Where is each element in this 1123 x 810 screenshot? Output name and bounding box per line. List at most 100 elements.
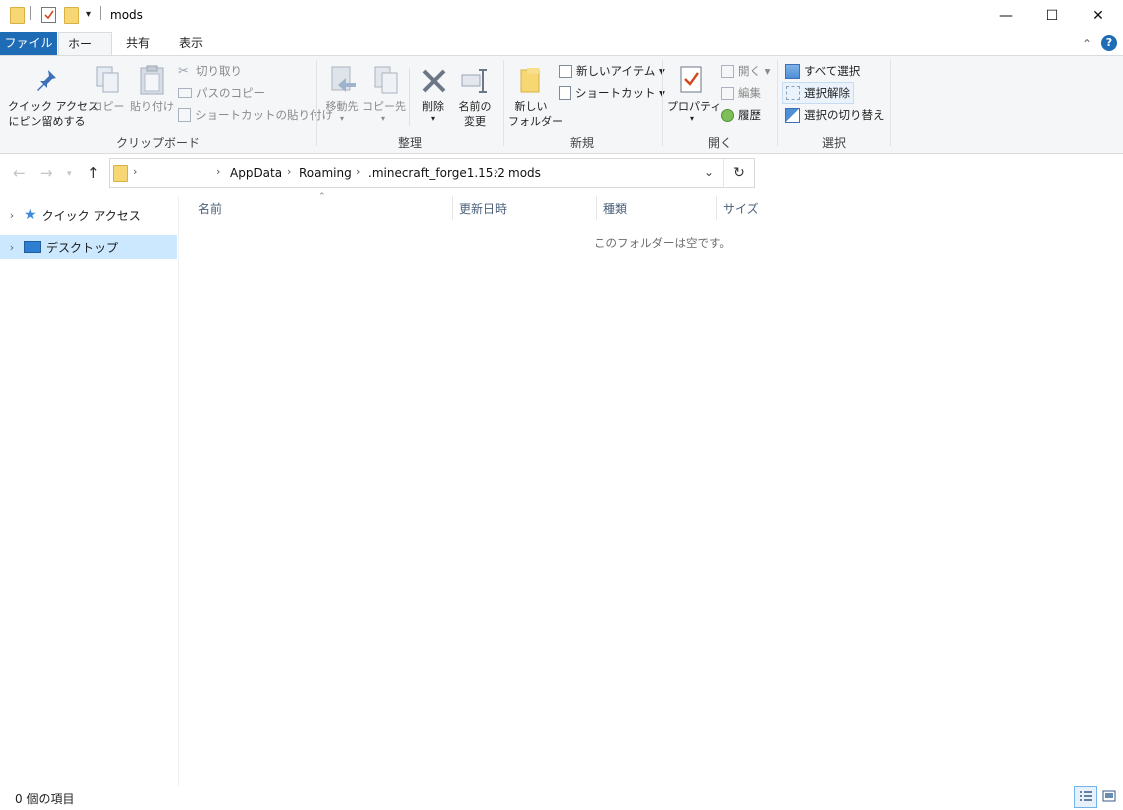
column-separator[interactable] — [596, 196, 597, 220]
history-button[interactable]: 履歴 — [721, 105, 761, 125]
nav-item-desktop[interactable]: › デスクトップ — [0, 235, 177, 259]
select-all-label: すべて選択 — [804, 64, 861, 78]
copy-to-button[interactable]: コピー先 ▾ — [362, 99, 406, 124]
up-icon[interactable]: ↑ — [87, 164, 100, 182]
easy-access-label: ショートカット ▾ — [575, 86, 665, 100]
new-item-button[interactable]: 新しいアイテム ▾ — [559, 61, 665, 81]
nav-item-quick-access[interactable]: › ★ クイック アクセス — [0, 203, 177, 227]
move-to-button[interactable]: 移動先 ▾ — [321, 99, 363, 124]
new-item-icon — [559, 64, 572, 78]
paste-icon — [139, 65, 165, 98]
chevron-down-icon: ▾ — [380, 114, 385, 123]
sort-ascending-icon: ⌃ — [318, 192, 326, 202]
edit-button[interactable]: 編集 — [721, 83, 761, 103]
organize-group-label: 整理 — [397, 136, 422, 150]
chevron-right-icon[interactable]: › — [133, 165, 137, 178]
delete-button[interactable]: 削除 ▾ — [416, 99, 450, 124]
new-folder-label-line1: 新しい — [514, 100, 548, 113]
invert-selection-button[interactable]: 選択の切り替え — [785, 105, 885, 125]
tab-share[interactable]: 共有 — [117, 32, 159, 55]
column-header-type[interactable]: 種類 — [603, 200, 627, 217]
breadcrumb-appdata[interactable]: AppData — [230, 166, 282, 180]
new-group-label: 新規 — [569, 136, 594, 150]
cut-button[interactable]: ✂ 切り取り — [178, 61, 242, 81]
column-header-modified[interactable]: 更新日時 — [459, 200, 507, 217]
column-separator[interactable] — [716, 196, 717, 220]
forward-icon[interactable]: → — [40, 164, 53, 182]
new-folder-label-line2: フォルダー — [508, 115, 563, 128]
history-icon — [721, 108, 734, 122]
chevron-right-icon[interactable]: › — [216, 165, 220, 178]
customize-qa-icon[interactable]: ▾ — [86, 9, 91, 20]
back-icon[interactable]: ← — [13, 164, 26, 182]
open-icon — [721, 64, 734, 78]
new-folder-qa-icon[interactable] — [64, 7, 79, 24]
open-label: 開く ▾ — [738, 64, 771, 78]
select-all-button[interactable]: すべて選択 — [785, 61, 860, 81]
navigation-pane: › ★ クイック アクセス › デスクトップ — [0, 196, 179, 786]
paste-shortcut-icon — [178, 108, 191, 122]
new-folder-button[interactable]: 新しい フォルダー — [508, 99, 563, 129]
folder-icon — [10, 7, 25, 24]
group-separator — [503, 60, 504, 146]
cut-label: 切り取り — [196, 64, 242, 78]
column-separator[interactable] — [452, 196, 453, 220]
copy-button[interactable]: コピー — [90, 99, 126, 114]
column-header-size[interactable]: サイズ — [723, 200, 759, 217]
easy-access-button[interactable]: ショートカット ▾ — [559, 83, 665, 103]
chevron-right-icon[interactable]: › — [494, 165, 498, 178]
address-bar[interactable]: › › AppData › Roaming › .minecraft_forge… — [109, 158, 755, 188]
delete-icon — [421, 68, 447, 97]
chevron-right-icon[interactable]: › — [287, 165, 291, 178]
paste-shortcut-label: ショートカットの貼り付け — [195, 108, 333, 122]
tab-home[interactable]: ホーム — [58, 32, 112, 74]
rename-label-line2: 変更 — [464, 115, 486, 128]
properties-button[interactable]: プロパティ ▾ — [667, 99, 721, 124]
chevron-right-icon[interactable]: › — [3, 209, 21, 222]
chevron-right-icon[interactable]: › — [356, 165, 360, 178]
refresh-button[interactable]: ↻ — [723, 158, 755, 188]
tab-view[interactable]: 表示 — [170, 32, 212, 55]
copy-to-icon — [373, 66, 401, 99]
copy-path-button[interactable]: パスのコピー — [178, 83, 265, 103]
properties-icon — [679, 65, 705, 98]
paste-button[interactable]: 貼り付け — [129, 99, 175, 114]
scissors-icon: ✂ — [178, 64, 189, 79]
details-view-button[interactable] — [1074, 786, 1097, 808]
invert-selection-label: 選択の切り替え — [804, 108, 885, 122]
history-label: 履歴 — [738, 108, 761, 122]
open-button[interactable]: 開く ▾ — [721, 61, 770, 81]
breadcrumb-roaming[interactable]: Roaming — [299, 166, 352, 180]
collapse-ribbon-icon[interactable]: ⌃ — [1082, 37, 1092, 51]
maximize-button[interactable]: ☐ — [1029, 0, 1075, 31]
chevron-right-icon[interactable]: › — [3, 241, 21, 254]
recent-locations-icon[interactable]: ▾ — [67, 169, 72, 179]
invert-selection-icon — [785, 107, 800, 123]
nav-item-label: クイック アクセス — [41, 208, 141, 223]
new-folder-icon — [519, 66, 543, 97]
close-button[interactable]: ✕ — [1075, 0, 1121, 31]
status-item-count: 0 個の項目 — [15, 792, 75, 806]
column-header-name[interactable]: 名前 — [198, 200, 222, 217]
close-icon: ✕ — [1092, 7, 1104, 24]
window-title: mods — [110, 8, 143, 22]
divider — [409, 68, 410, 126]
paste-shortcut-button[interactable]: ショートカットの貼り付け — [178, 105, 333, 125]
help-icon[interactable]: ? — [1101, 35, 1117, 51]
select-none-button[interactable]: 選択解除 — [782, 82, 854, 104]
large-icons-view-button[interactable] — [1097, 786, 1120, 808]
tab-file[interactable]: ファイル — [0, 32, 57, 55]
copy-to-label: コピー先 — [362, 100, 406, 113]
breadcrumb-mods[interactable]: mods — [508, 166, 541, 180]
pin-icon — [34, 68, 58, 95]
minimize-button[interactable]: — — [983, 0, 1029, 31]
select-none-icon — [786, 86, 800, 100]
pin-quick-access-button[interactable]: クイック アクセス にピン留めする — [8, 99, 99, 129]
chevron-down-icon[interactable]: ⌄ — [704, 165, 714, 179]
copy-path-label: パスのコピー — [196, 86, 265, 100]
maximize-icon: ☐ — [1045, 7, 1059, 24]
breadcrumb-minecraft[interactable]: .minecraft_forge1.15.2 — [368, 166, 505, 180]
chevron-down-icon: ▾ — [689, 114, 694, 123]
rename-button[interactable]: 名前の 変更 — [455, 99, 495, 129]
properties-qa-icon[interactable] — [41, 7, 56, 23]
